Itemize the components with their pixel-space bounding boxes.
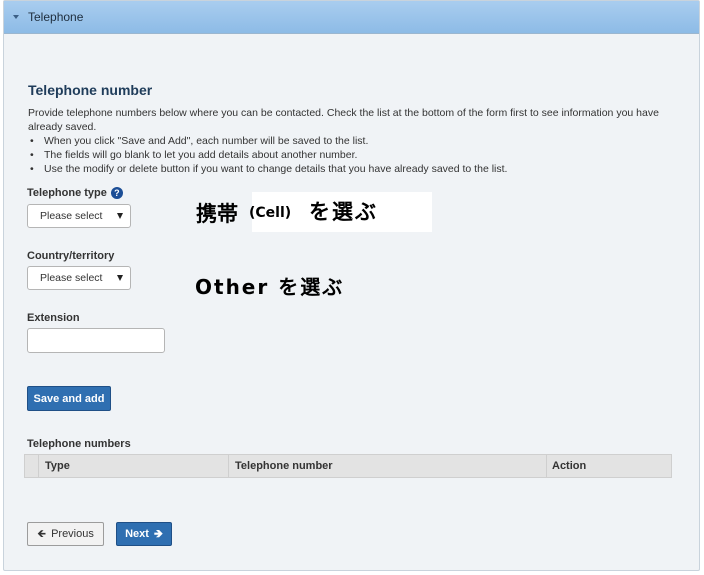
intro-text: Provide telephone numbers below where yo… — [28, 107, 659, 133]
instruction-item: The fields will go blank to let you add … — [28, 148, 507, 162]
annotation-country-note: Other を選ぶ — [195, 275, 345, 299]
dropdown-arrow-icon — [117, 213, 123, 219]
panel-header[interactable]: Telephone — [4, 1, 699, 34]
column-header-action: Action — [552, 460, 587, 472]
country-value: Please select — [40, 272, 103, 284]
country-select[interactable]: Please select — [27, 266, 131, 290]
telephone-numbers-title: Telephone numbers — [27, 438, 131, 450]
collapse-caret-icon[interactable] — [13, 15, 19, 19]
section-title: Telephone number — [28, 82, 153, 98]
next-button[interactable]: Next 🡺 — [116, 522, 172, 546]
previous-button[interactable]: 🡸 Previous — [27, 522, 104, 546]
telephone-type-label-text: Telephone type — [27, 187, 107, 199]
next-label: Next — [125, 528, 149, 540]
instructions-list: When you click "Save and Add", each numb… — [28, 134, 507, 176]
telephone-type-select[interactable]: Please select — [27, 204, 131, 228]
telephone-type-value: Please select — [40, 210, 103, 222]
annotation-type-cell: (Cell) — [249, 205, 292, 221]
instruction-item: When you click "Save and Add", each numb… — [28, 134, 507, 148]
annotation-type-prefix: 携帯 — [196, 202, 238, 226]
dropdown-arrow-icon — [117, 275, 123, 281]
arrow-left-icon: 🡸 — [37, 527, 47, 540]
help-icon[interactable]: ? — [110, 187, 123, 200]
save-and-add-button[interactable]: Save and add — [27, 386, 111, 411]
telephone-type-label: Telephone type? — [27, 187, 123, 200]
column-header-telephone-number: Telephone number — [229, 455, 547, 477]
arrow-right-icon: 🡺 — [153, 527, 163, 540]
column-header-select — [25, 455, 39, 477]
instruction-item: Use the modify or delete button if you w… — [28, 162, 507, 176]
telephone-numbers-table-header: Type Telephone number Action — [24, 454, 672, 478]
column-header-type: Type — [39, 455, 229, 477]
panel-title: Telephone — [28, 10, 84, 24]
previous-label: Previous — [51, 528, 94, 540]
extension-label: Extension — [27, 312, 80, 324]
extension-input[interactable] — [27, 328, 165, 353]
annotation-type-suffix: を選ぶ — [309, 200, 378, 224]
country-label: Country/territory — [27, 250, 115, 262]
